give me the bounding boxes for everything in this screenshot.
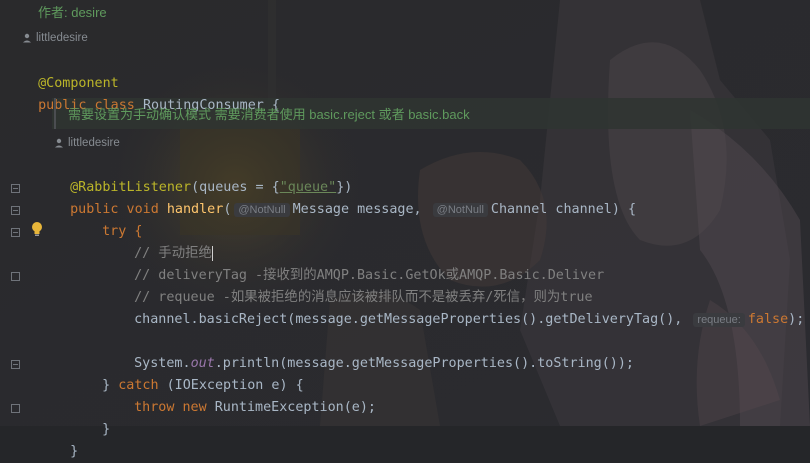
- literal-false: false: [747, 312, 789, 327]
- code-line-handler: public void handler(@NotNull Message mess…: [0, 177, 810, 217]
- code-line-println: System.out.println(message.getMessagePro…: [0, 331, 810, 371]
- code-line-throw: throw new RuntimeException(e);: [0, 375, 810, 415]
- code-line-last-brace: }: [0, 419, 810, 459]
- basic-reject-end: );: [788, 312, 805, 327]
- code-line-catch: } catch (IOException e) {: [0, 353, 810, 393]
- code-line-comment-2: // deliveryTag -接收到的AMQP.Basic.GetOk或AMQ…: [0, 243, 810, 283]
- code-line-class: public class RoutingConsumer {: [0, 73, 810, 113]
- top-doc-text: 作者: desire: [38, 5, 107, 20]
- top-doc-comment: 作者: desire: [38, 2, 107, 21]
- author-lens-class[interactable]: littledesire: [22, 32, 88, 44]
- class-doc-comment: 需要设置为手动确认模式 需要消费者使用 basic.reject 或者 basi…: [68, 104, 470, 123]
- code-line-component: @Component: [0, 51, 810, 91]
- code-line-comment-3: // requeue -如果被拒绝的消息应该被排队而不是被丢弃/死信，则为tru…: [0, 265, 810, 305]
- author-name: littledesire: [36, 32, 88, 44]
- doc-block-bar: [54, 98, 56, 129]
- code-line-basic-reject: channel.basicReject(message.getMessagePr…: [0, 287, 810, 327]
- inlay-hint-requeue: requeue:: [693, 313, 745, 327]
- code-line-comment-1: // 手动拒绝: [0, 221, 810, 261]
- code-line-try: try {: [0, 199, 810, 239]
- code-line-listener: @RabbitListener(queues = {"queue"}): [0, 155, 810, 195]
- author-name: littledesire: [68, 137, 120, 149]
- user-icon: [23, 33, 31, 43]
- code-line-close-brace: }: [0, 397, 810, 437]
- basic-reject-call: channel.basicReject(message.getMessagePr…: [134, 312, 691, 327]
- user-icon: [55, 138, 63, 148]
- last-brace: }: [70, 444, 79, 459]
- author-lens-method[interactable]: littledesire: [54, 137, 120, 149]
- class-doc-text: 需要设置为手动确认模式 需要消费者使用 basic.reject 或者 basi…: [68, 107, 470, 122]
